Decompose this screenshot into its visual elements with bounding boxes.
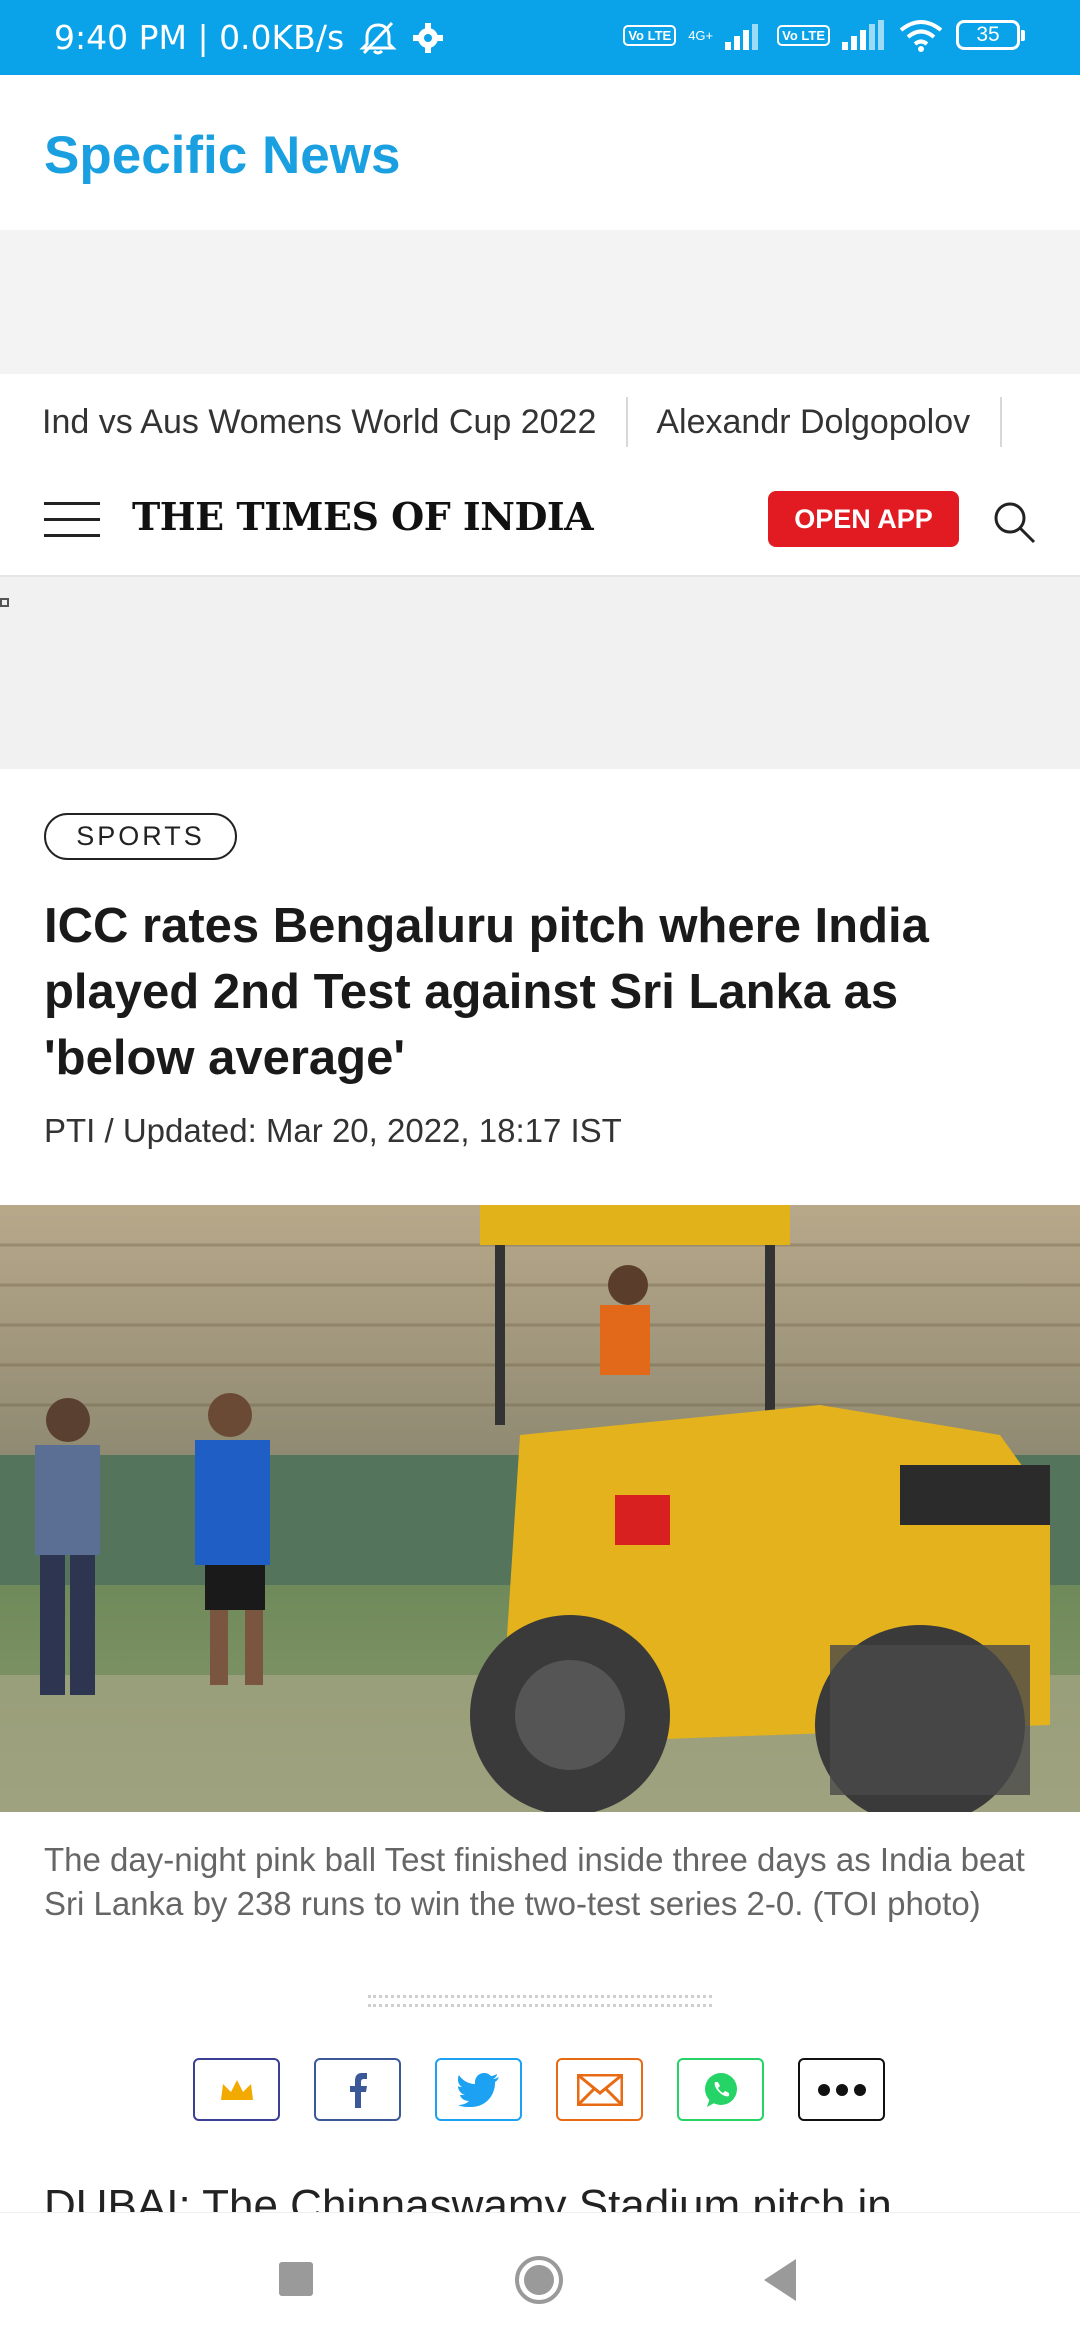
photo-caption: The day-night pink ball Test finished in…: [44, 1841, 1025, 1922]
divider: [368, 1995, 712, 2007]
site-logo[interactable]: THE TIMES OF INDIA: [132, 494, 594, 539]
whatsapp-icon[interactable]: [677, 2058, 764, 2121]
facebook-icon[interactable]: [314, 2058, 401, 2121]
trending-item[interactable]: Alexandr Dolgopolov: [628, 397, 1003, 447]
search-icon[interactable]: [990, 498, 1038, 546]
battery-icon: 35: [956, 20, 1025, 50]
app-bar: Specific News: [0, 75, 1080, 230]
signal-icon: [725, 24, 759, 50]
section-tag[interactable]: SPORTS: [44, 813, 237, 860]
volte-badge-2: Vo LTE: [777, 24, 830, 46]
twitter-icon[interactable]: [435, 2058, 522, 2121]
volte-badge: Vo LTE: [623, 24, 677, 46]
ad-marker-icon: [0, 598, 9, 607]
menu-icon[interactable]: [44, 502, 100, 538]
battery-level: 35: [976, 23, 1000, 46]
status-right: Vo LTE 4G+ Vo LTE 35: [623, 18, 1025, 52]
settings-gear-icon: [413, 22, 444, 53]
crown-icon[interactable]: [193, 2058, 280, 2121]
wifi-icon: [899, 20, 943, 52]
site-header: THE TIMES OF INDIA OPEN APP: [0, 470, 1080, 577]
back-icon[interactable]: [760, 2257, 800, 2303]
trending-item[interactable]: Ind vs Aus Womens World Cup 2022: [0, 397, 629, 447]
mute-alarm-icon: [359, 21, 397, 54]
article-byline: PTI / Updated: Mar 20, 2022, 18:17 IST: [44, 1112, 622, 1149]
article-headline: ICC rates Bengaluru pitch where India pl…: [44, 899, 929, 1085]
trending-strip: Ind vs Aus Womens World Cup 2022 Alexand…: [0, 374, 1080, 470]
status-bar: 9:40 PM | 0.0KB/s Vo LTE 4G+ Vo LTE 35: [0, 0, 1080, 75]
status-left: 9:40 PM | 0.0KB/s: [54, 18, 444, 57]
home-icon[interactable]: [514, 2255, 564, 2305]
app-title: Specific News: [44, 126, 401, 185]
article-photo: [0, 1205, 1080, 1812]
more-icon[interactable]: [798, 2058, 885, 2121]
open-app-button[interactable]: OPEN APP: [768, 491, 959, 547]
recents-icon[interactable]: [279, 2262, 313, 2296]
ad-banner-middle: [0, 577, 1080, 769]
share-bar: [193, 2058, 885, 2121]
ad-banner-top: [0, 230, 1080, 374]
email-icon[interactable]: [556, 2058, 643, 2121]
signal-icon-2: [842, 20, 884, 50]
status-time: 9:40 PM | 0.0KB/s: [54, 18, 345, 57]
network-type: 4G+: [688, 27, 714, 43]
